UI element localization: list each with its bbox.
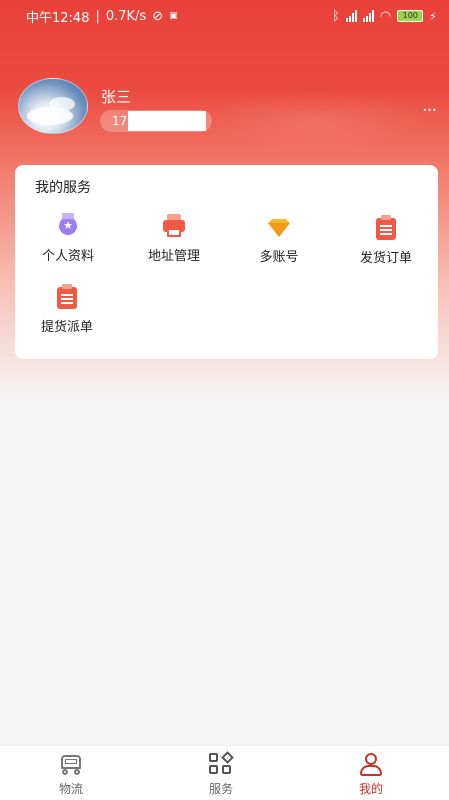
clipboard-icon <box>373 215 399 241</box>
user-name: 张三 <box>101 88 132 106</box>
diamond-icon <box>266 214 292 240</box>
service-shipping-orders[interactable]: 发货订单 <box>336 215 436 266</box>
service-label: 发货订单 <box>359 251 412 266</box>
charging-icon: ⚡ <box>429 9 437 23</box>
service-address[interactable]: 地址管理 <box>124 213 224 264</box>
signal-icon <box>345 10 357 22</box>
battery-icon: 100 <box>397 10 424 22</box>
status-bar: 中午12:48 | 0.7K/s ⊘ ▣ ᛒ ◠ 100 ⚡ <box>0 0 449 32</box>
service-profile[interactable]: 个人资料 <box>18 213 118 264</box>
phone-mask <box>128 111 206 131</box>
more-button[interactable]: ··· <box>422 100 437 121</box>
service-pickup-dispatch[interactable]: 提货派单 <box>17 284 117 335</box>
service-label: 地址管理 <box>147 249 200 264</box>
phone-prefix: 17 <box>112 114 128 128</box>
tab-logistics[interactable]: 物流 <box>31 752 111 797</box>
service-label: 提货派单 <box>40 320 93 335</box>
tab-label: 物流 <box>58 782 83 796</box>
tab-label: 服务 <box>208 782 233 796</box>
user-icon <box>358 752 384 776</box>
message-icon: ▣ <box>169 11 178 21</box>
notification-icon: ⊘ <box>152 8 164 24</box>
status-speed: 0.7K/s <box>105 8 147 24</box>
clipboard-icon <box>54 284 80 310</box>
service-multi-account[interactable]: 多账号 <box>229 214 329 265</box>
service-label: 多账号 <box>259 250 299 265</box>
avatar[interactable] <box>18 78 88 134</box>
printer-icon <box>161 213 187 239</box>
service-label: 个人资料 <box>41 249 94 264</box>
signal-icon-2 <box>362 10 374 22</box>
medal-icon <box>55 213 81 239</box>
tab-label: 我的 <box>358 782 383 796</box>
bottom-tab-bar: 物流 服务 我的 <box>0 745 449 800</box>
status-divider: | <box>95 8 100 24</box>
bluetooth-icon: ᛒ <box>332 8 340 24</box>
truck-icon <box>58 752 84 776</box>
tab-services[interactable]: 服务 <box>181 751 261 797</box>
my-services-card: 我的服务 个人资料 地址管理 多账号 发货订单 提货派单 <box>15 165 438 359</box>
wifi-icon: ◠ <box>379 8 392 24</box>
tab-mine[interactable]: 我的 <box>331 752 411 797</box>
status-time: 中午12:48 <box>26 10 90 26</box>
services-title: 我的服务 <box>35 180 91 196</box>
header-decoration <box>200 90 430 150</box>
grid-icon <box>208 751 234 776</box>
